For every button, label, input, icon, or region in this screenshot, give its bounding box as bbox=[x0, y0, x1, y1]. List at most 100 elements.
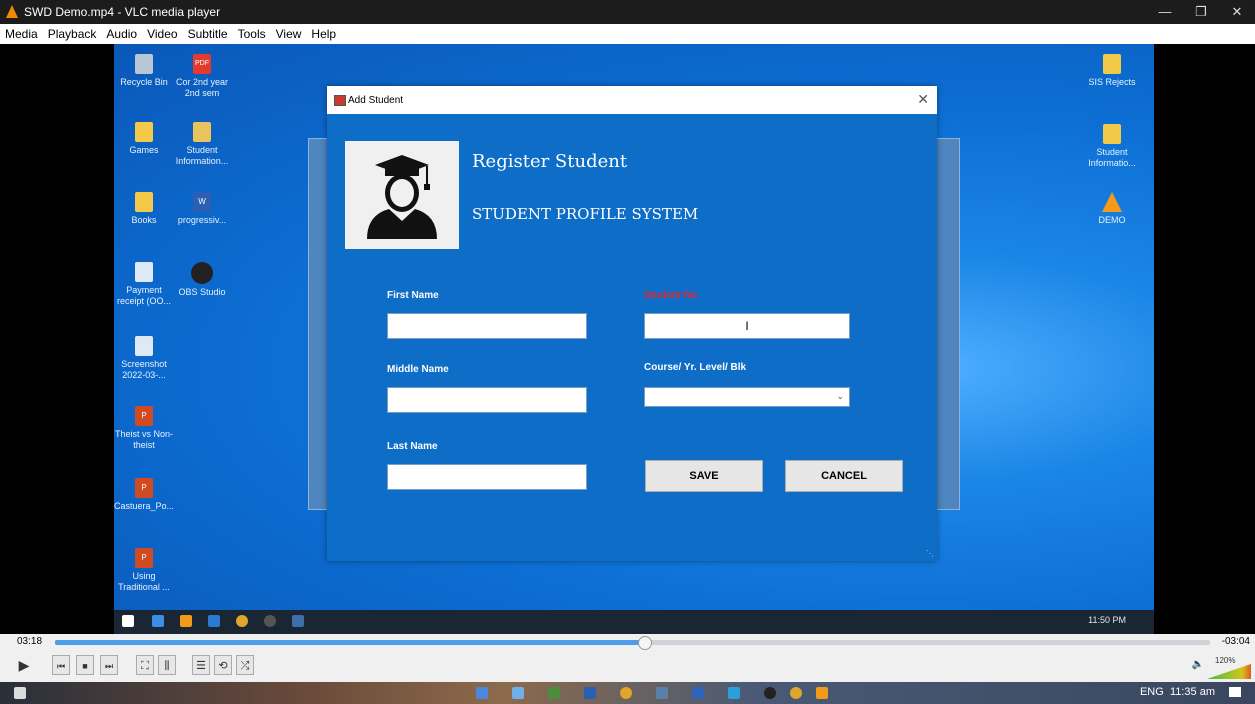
desktop-icon-student-information: Student Information... bbox=[172, 122, 232, 167]
vlc-logo-icon bbox=[6, 5, 18, 18]
close-button[interactable]: ✕ bbox=[1219, 2, 1255, 22]
extended-settings-button[interactable]: ⫼ bbox=[158, 655, 176, 675]
seek-bar[interactable] bbox=[55, 636, 1210, 650]
desktop-icon-progressive: W progressiv... bbox=[172, 192, 232, 226]
video-area[interactable]: Recycle Bin PDF Cor 2nd year 2nd sem Gam… bbox=[0, 44, 1255, 634]
obs-icon bbox=[264, 615, 276, 627]
seek-handle[interactable] bbox=[638, 636, 653, 650]
folder-icon bbox=[135, 122, 153, 142]
desktop-icon-student-info-right: Student Informatio... bbox=[1082, 124, 1142, 169]
form-icon bbox=[334, 95, 346, 106]
menu-help[interactable]: Help bbox=[306, 24, 341, 41]
dialog-title-bar: Add Student ✕ bbox=[327, 86, 937, 114]
clock-time: 11:35 am bbox=[1169, 686, 1215, 698]
fullscreen-button[interactable]: ⛶ bbox=[136, 655, 154, 675]
minimize-button[interactable]: — bbox=[1147, 2, 1183, 22]
elapsed-time: 03:18 bbox=[17, 636, 43, 647]
app-icon[interactable] bbox=[692, 687, 704, 699]
play-button[interactable]: ▶ bbox=[14, 655, 34, 675]
student-no-label: Student No bbox=[644, 290, 698, 301]
folder-icon bbox=[1103, 54, 1121, 74]
first-name-input[interactable] bbox=[387, 313, 587, 339]
vlc-title-bar: SWD Demo.mp4 - VLC media player — ❐ ✕ bbox=[0, 0, 1255, 24]
dialog-close-button[interactable]: ✕ bbox=[917, 91, 929, 108]
last-name-label: Last Name bbox=[387, 441, 438, 452]
host-clock: ENG 11:35 am bbox=[1140, 686, 1215, 698]
photos-icon[interactable] bbox=[548, 687, 560, 699]
app-icon bbox=[152, 615, 164, 627]
desktop-icon-screenshot: Screenshot 2022-03-... bbox=[114, 336, 174, 381]
obs-icon bbox=[191, 262, 213, 284]
desktop-icon-obs: OBS Studio bbox=[172, 262, 232, 298]
vscode-icon bbox=[208, 615, 220, 627]
desktop-icon-sis-rejects: SIS Rejects bbox=[1082, 54, 1142, 88]
windows-start-icon bbox=[122, 615, 134, 627]
graduate-icon bbox=[367, 155, 437, 239]
app-icon[interactable] bbox=[728, 687, 740, 699]
vlc-icon bbox=[180, 615, 192, 627]
previous-button[interactable]: ⏮ bbox=[52, 655, 70, 675]
recycle-bin-icon bbox=[135, 54, 153, 74]
desktop-icon-games: Games bbox=[114, 122, 174, 156]
image-icon bbox=[135, 336, 153, 356]
menu-tools[interactable]: Tools bbox=[233, 24, 271, 41]
pdf-icon: PDF bbox=[193, 54, 211, 74]
vlc-controls: 03:18 -03:04 ▶ ⏮ ■ ⏭ ⛶ ⫼ ☰ ⟲ ⤮ 🔈 120% bbox=[0, 634, 1255, 682]
menu-media[interactable]: Media bbox=[0, 24, 43, 41]
obs-icon[interactable] bbox=[764, 687, 776, 699]
language-indicator: ENG bbox=[1139, 686, 1164, 698]
powerpoint-icon: P bbox=[135, 478, 153, 498]
desktop-icon-theist: P Theist vs Non-theist bbox=[114, 406, 174, 451]
desktop-icon-cor: PDF Cor 2nd year 2nd sem bbox=[172, 54, 232, 99]
powerpoint-icon: P bbox=[135, 548, 153, 568]
app-icon[interactable] bbox=[656, 687, 668, 699]
notification-icon[interactable] bbox=[1229, 687, 1241, 697]
menu-subtitle[interactable]: Subtitle bbox=[183, 24, 233, 41]
middle-name-label: Middle Name bbox=[387, 364, 449, 375]
menu-audio[interactable]: Audio bbox=[101, 24, 142, 41]
next-button[interactable]: ⏭ bbox=[100, 655, 118, 675]
course-select[interactable]: ⌄ bbox=[644, 387, 850, 407]
menu-view[interactable]: View bbox=[271, 24, 307, 41]
menu-playback[interactable]: Playback bbox=[43, 24, 102, 41]
chrome-icon[interactable] bbox=[620, 687, 632, 699]
loop-button[interactable]: ⟲ bbox=[214, 655, 232, 675]
form-app-icon bbox=[292, 615, 304, 627]
window-title: SWD Demo.mp4 - VLC media player bbox=[24, 5, 221, 19]
desktop-icon-payment: Payment receipt (OO... bbox=[114, 262, 174, 307]
stop-button[interactable]: ■ bbox=[76, 655, 94, 675]
desktop-icon-castuera: P Castuera_Po... bbox=[114, 478, 174, 512]
desktop-icon-books: Books bbox=[114, 192, 174, 226]
dialog-title: Add Student bbox=[348, 95, 404, 106]
desktop-icon-recycle-bin: Recycle Bin bbox=[114, 54, 174, 88]
resize-grip-icon[interactable]: ⋱ bbox=[926, 549, 934, 558]
word-icon[interactable] bbox=[584, 687, 596, 699]
student-no-input[interactable] bbox=[644, 313, 850, 339]
recorded-taskbar: 11:50 PM bbox=[114, 610, 1154, 634]
folder-zip-icon bbox=[193, 122, 211, 142]
recorded-desktop: Recycle Bin PDF Cor 2nd year 2nd sem Gam… bbox=[114, 44, 1154, 634]
volume-slider[interactable] bbox=[1207, 664, 1251, 679]
seek-progress bbox=[55, 640, 645, 645]
taskbar-app-icon[interactable] bbox=[476, 687, 488, 699]
vlc-icon[interactable] bbox=[816, 687, 828, 699]
file-explorer-icon[interactable] bbox=[512, 687, 524, 699]
register-student-heading: Register Student bbox=[472, 151, 628, 172]
save-button[interactable]: SAVE bbox=[645, 460, 763, 492]
restore-button[interactable]: ❐ bbox=[1183, 2, 1219, 22]
recorded-clock: 11:50 PM bbox=[1088, 615, 1126, 625]
windows-start-icon[interactable] bbox=[14, 687, 26, 699]
word-icon: W bbox=[193, 192, 211, 212]
cancel-button[interactable]: CANCEL bbox=[785, 460, 903, 492]
menu-video[interactable]: Video bbox=[142, 24, 182, 41]
playlist-button[interactable]: ☰ bbox=[192, 655, 210, 675]
speaker-icon[interactable]: 🔈 bbox=[1190, 655, 1206, 675]
chrome-icon bbox=[236, 615, 248, 627]
first-name-label: First Name bbox=[387, 290, 439, 301]
last-name-input[interactable] bbox=[387, 464, 587, 490]
middle-name-input[interactable] bbox=[387, 387, 587, 413]
desktop-icon-using-traditional: P Using Traditional ... bbox=[114, 548, 174, 593]
random-button[interactable]: ⤮ bbox=[236, 655, 254, 675]
chrome-icon[interactable] bbox=[790, 687, 802, 699]
image-icon bbox=[135, 262, 153, 282]
